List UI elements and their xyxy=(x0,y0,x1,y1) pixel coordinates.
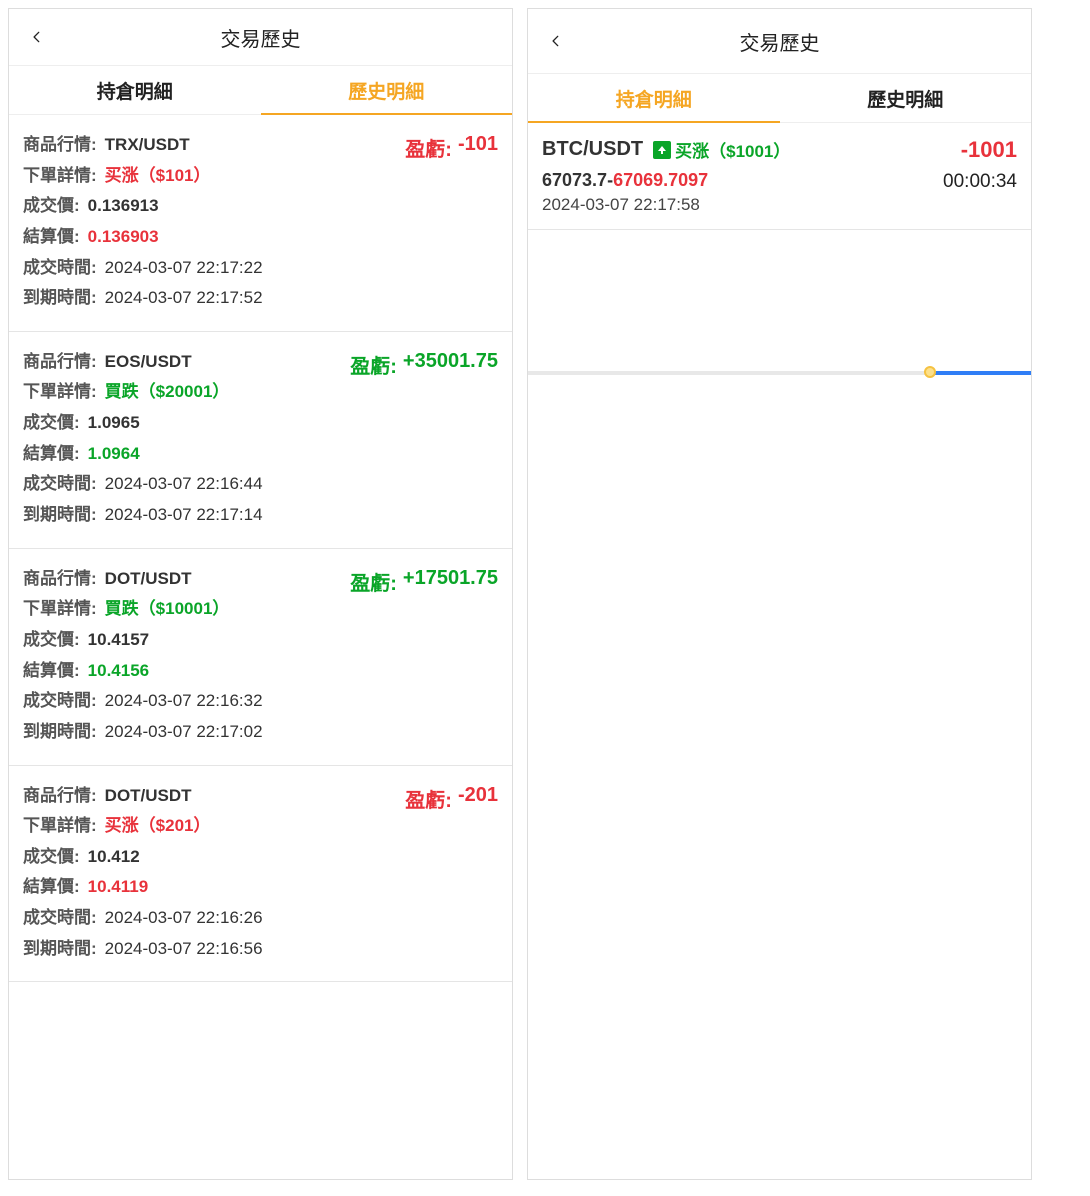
deal-price: 1.0965 xyxy=(88,411,140,436)
progress-fill xyxy=(930,371,1031,375)
pnl: 盈虧:-101 xyxy=(405,133,498,162)
pnl-label: 盈虧: xyxy=(405,784,452,813)
expire-time: 2024-03-07 22:16:56 xyxy=(105,937,263,962)
pnl-label: 盈虧: xyxy=(350,567,397,596)
pnl: 盈虧:+17501.75 xyxy=(350,567,498,596)
deal-time: 2024-03-07 22:17:22 xyxy=(105,256,263,281)
order-label: 下單詳情: xyxy=(23,164,97,189)
history-panel-left: 交易歷史 持倉明細 歷史明細 盈虧:-101商品行情:TRX/USDT下單詳情:… xyxy=(8,8,513,1180)
history-panel-right: 交易歷史 持倉明細 歷史明細 BTC/USDT 买涨（$1001） -1001 … xyxy=(527,8,1032,1180)
deal-time-label: 成交時間: xyxy=(23,256,97,281)
header: 交易歷史 xyxy=(9,9,512,65)
deal-time-label: 成交時間: xyxy=(23,906,97,931)
tab-history[interactable]: 歷史明細 xyxy=(780,74,1032,122)
progress-handle-icon xyxy=(924,366,936,378)
order-detail: 买涨（$101） xyxy=(105,164,211,189)
product-label: 商品行情: xyxy=(23,567,97,592)
deal-time-label: 成交時間: xyxy=(23,689,97,714)
order-label: 下單詳情: xyxy=(23,380,97,405)
pnl-value: -101 xyxy=(458,133,498,162)
order-detail: 買跌（$20001） xyxy=(105,380,230,405)
expire-time-label: 到期時間: xyxy=(23,720,97,745)
deal-price-label: 成交價: xyxy=(23,845,80,870)
settle-price-label: 結算價: xyxy=(23,225,80,250)
holding-pair: BTC/USDT xyxy=(542,138,643,161)
page-title: 交易歷史 xyxy=(221,23,301,52)
order-detail: 買跌（$10001） xyxy=(105,597,230,622)
page-title: 交易歷史 xyxy=(740,27,820,56)
product-label: 商品行情: xyxy=(23,350,97,375)
pnl-label: 盈虧: xyxy=(350,350,397,379)
back-button[interactable] xyxy=(25,25,49,49)
countdown-progress xyxy=(528,370,1031,376)
settle-price: 10.4156 xyxy=(88,659,149,684)
tab-holding[interactable]: 持倉明細 xyxy=(9,66,261,114)
product-label: 商品行情: xyxy=(23,133,97,158)
tabs: 持倉明細 歷史明細 xyxy=(9,65,512,115)
pnl: 盈虧:+35001.75 xyxy=(350,350,498,379)
holding-amount: -1001 xyxy=(961,137,1017,163)
deal-time: 2024-03-07 22:16:44 xyxy=(105,472,263,497)
order-label: 下單詳情: xyxy=(23,597,97,622)
pnl: 盈虧:-201 xyxy=(405,784,498,813)
deal-time: 2024-03-07 22:16:32 xyxy=(105,689,263,714)
deal-price: 0.136913 xyxy=(88,194,159,219)
holding-timestamp: 2024-03-07 22:17:58 xyxy=(542,195,1017,215)
settle-price-label: 結算價: xyxy=(23,875,80,900)
settle-price-label: 結算價: xyxy=(23,442,80,467)
tabs: 持倉明細 歷史明細 xyxy=(528,73,1031,123)
chevron-left-icon xyxy=(549,34,563,48)
product-pair: EOS/USDT xyxy=(105,350,192,375)
arrow-up-icon xyxy=(653,141,671,159)
pnl-label: 盈虧: xyxy=(405,133,452,162)
order-label: 下單詳情: xyxy=(23,814,97,839)
expire-time: 2024-03-07 22:17:52 xyxy=(105,286,263,311)
holding-badge-text: 买涨（$1001） xyxy=(675,137,790,162)
holding-open-price: 67073.7 xyxy=(542,170,607,190)
expire-time-label: 到期時間: xyxy=(23,503,97,528)
holding-direction-badge: 买涨（$1001） xyxy=(653,137,790,162)
order-detail: 买涨（$201） xyxy=(105,814,211,839)
history-list: 盈虧:-101商品行情:TRX/USDT下單詳情:买涨（$101）成交價:0.1… xyxy=(9,115,512,1179)
settle-price: 0.136903 xyxy=(88,225,159,250)
deal-time-label: 成交時間: xyxy=(23,472,97,497)
back-button[interactable] xyxy=(544,29,568,53)
chevron-left-icon xyxy=(30,30,44,44)
header: 交易歷史 xyxy=(528,9,1031,73)
history-record: 盈虧:-101 商品行情: TRX/USDT 下單詳情: 买涨（$101） 成交價: 0.1… xyxy=(9,115,512,332)
tab-history[interactable]: 歷史明細 xyxy=(261,66,513,114)
expire-time: 2024-03-07 22:17:14 xyxy=(105,503,263,528)
holding-card: BTC/USDT 买涨（$1001） -1001 67073.7-67069.7… xyxy=(528,123,1031,230)
tab-holding[interactable]: 持倉明細 xyxy=(528,74,780,122)
product-pair: TRX/USDT xyxy=(105,133,190,158)
expire-time-label: 到期時間: xyxy=(23,937,97,962)
history-record: 盈虧:+17501.75 商品行情: DOT/USDT 下單詳情: 買跌（$10001）… xyxy=(9,549,512,766)
deal-price-label: 成交價: xyxy=(23,628,80,653)
history-record: 盈虧:-201 商品行情: DOT/USDT 下單詳情: 买涨（$201） 成交價: 10.… xyxy=(9,766,512,983)
settle-price: 1.0964 xyxy=(88,442,140,467)
expire-time: 2024-03-07 22:17:02 xyxy=(105,720,263,745)
pnl-value: -201 xyxy=(458,784,498,813)
product-pair: DOT/USDT xyxy=(105,567,192,592)
holding-countdown: 00:00:34 xyxy=(943,171,1017,193)
pnl-value: +35001.75 xyxy=(403,350,498,379)
holding-current-price: 67069.7097 xyxy=(613,170,708,190)
expire-time-label: 到期時間: xyxy=(23,286,97,311)
deal-time: 2024-03-07 22:16:26 xyxy=(105,906,263,931)
history-record: 盈虧:+35001.75 商品行情: EOS/USDT 下單詳情: 買跌（$20001）… xyxy=(9,332,512,549)
deal-price: 10.4157 xyxy=(88,628,149,653)
deal-price-label: 成交價: xyxy=(23,194,80,219)
pnl-value: +17501.75 xyxy=(403,567,498,596)
product-pair: DOT/USDT xyxy=(105,784,192,809)
settle-price-label: 結算價: xyxy=(23,659,80,684)
deal-price: 10.412 xyxy=(88,845,140,870)
deal-price-label: 成交價: xyxy=(23,411,80,436)
settle-price: 10.4119 xyxy=(88,875,149,900)
product-label: 商品行情: xyxy=(23,784,97,809)
